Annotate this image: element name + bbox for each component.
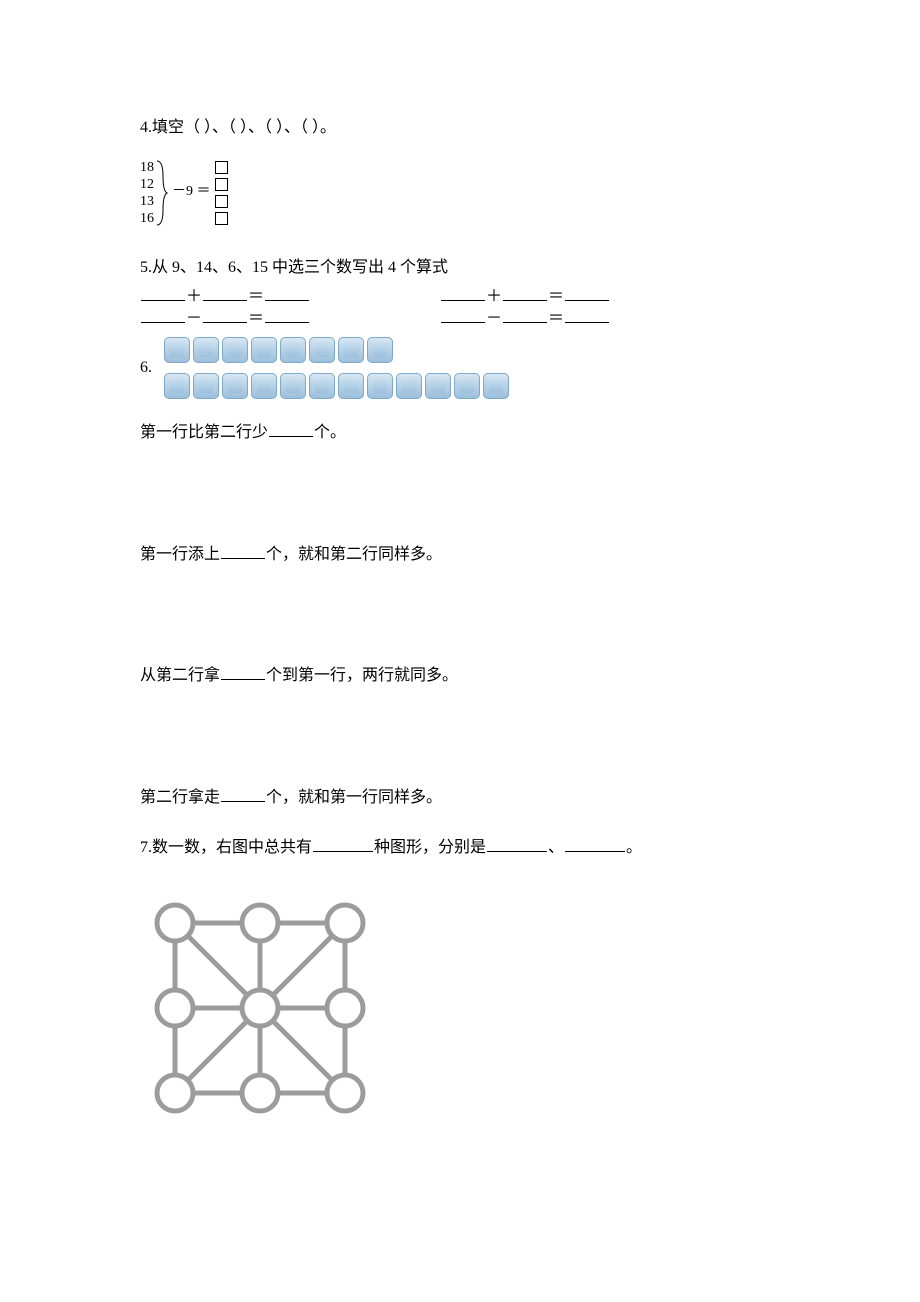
- fill-blank[interactable]: [203, 308, 247, 323]
- q4-n1: 18: [140, 159, 154, 176]
- q7-text: 7.数一数，右图中总共有种图形，分别是、。: [140, 835, 780, 861]
- answer-box[interactable]: [215, 161, 228, 174]
- fill-blank[interactable]: [565, 286, 609, 301]
- answer-box[interactable]: [215, 195, 228, 208]
- cube-icon: [309, 337, 335, 363]
- q6-line4: 第二行拿走个，就和第一行同样多。: [140, 785, 780, 811]
- cube-icon: [222, 373, 248, 399]
- q4-n4: 16: [140, 210, 154, 227]
- fill-blank[interactable]: [265, 308, 309, 323]
- q6-line1: 第一行比第二行少个。: [140, 420, 780, 446]
- worksheet-page: 4.填空（ ）、（ ）、（ ）、（ ）。 18 12 13 16 －9 ＝ 5.…: [0, 0, 920, 1302]
- cube-icon: [251, 337, 277, 363]
- q4-label: 4.填空（ ）、（ ）、（ ）、（ ）。: [140, 115, 780, 141]
- q6-line2: 第一行添上个，就和第二行同样多。: [140, 542, 780, 568]
- answer-box[interactable]: [215, 178, 228, 191]
- brace-icon: [156, 159, 168, 227]
- fill-blank[interactable]: [487, 837, 547, 852]
- cube-row-1: [164, 337, 512, 363]
- q4-n2: 12: [140, 176, 154, 193]
- q7-figure: [140, 888, 780, 1137]
- cube-icon: [280, 373, 306, 399]
- q4-answer-boxes: [215, 159, 228, 227]
- fill-blank[interactable]: [441, 286, 485, 301]
- fill-blank[interactable]: [203, 286, 247, 301]
- fill-blank[interactable]: [503, 308, 547, 323]
- fill-blank[interactable]: [141, 286, 185, 301]
- q5-equations: ＋＝ ＋＝ －＝ －＝: [140, 286, 780, 330]
- cube-icon: [454, 373, 480, 399]
- cube-icon: [251, 373, 277, 399]
- fill-blank[interactable]: [313, 837, 373, 852]
- fill-blank[interactable]: [221, 787, 265, 802]
- fill-blank[interactable]: [141, 308, 185, 323]
- fill-blank[interactable]: [503, 286, 547, 301]
- cube-icon: [367, 337, 393, 363]
- shapes-graph-icon: [140, 888, 380, 1128]
- cube-icon: [338, 373, 364, 399]
- fill-blank[interactable]: [221, 665, 265, 680]
- cube-icon: [425, 373, 451, 399]
- cube-icon: [164, 373, 190, 399]
- q4-op: －9 ＝: [168, 181, 215, 203]
- q6-line3: 从第二行拿个到第一行，两行就同多。: [140, 663, 780, 689]
- cube-icon: [338, 337, 364, 363]
- fill-blank[interactable]: [269, 422, 313, 437]
- fill-blank[interactable]: [221, 544, 265, 559]
- fill-blank[interactable]: [565, 837, 625, 852]
- q4-n3: 13: [140, 193, 154, 210]
- fill-blank[interactable]: [441, 308, 485, 323]
- cube-row-2: [164, 373, 512, 399]
- fill-blank[interactable]: [565, 308, 609, 323]
- cube-icon: [193, 337, 219, 363]
- q4-figure: 18 12 13 16 －9 ＝: [140, 159, 780, 227]
- answer-box[interactable]: [215, 212, 228, 225]
- cube-icon: [367, 373, 393, 399]
- q6-figure: 6.: [140, 332, 780, 404]
- cube-icon: [309, 373, 335, 399]
- cube-icon: [164, 337, 190, 363]
- cube-icon: [483, 373, 509, 399]
- fill-blank[interactable]: [265, 286, 309, 301]
- cube-icon: [222, 337, 248, 363]
- q6-number: 6.: [140, 355, 152, 381]
- q5-label: 5.从 9、14、6、15 中选三个数写出 4 个算式: [140, 255, 780, 281]
- cube-icon: [280, 337, 306, 363]
- cube-icon: [396, 373, 422, 399]
- q4-numbers: 18 12 13 16: [140, 159, 154, 227]
- cube-icon: [193, 373, 219, 399]
